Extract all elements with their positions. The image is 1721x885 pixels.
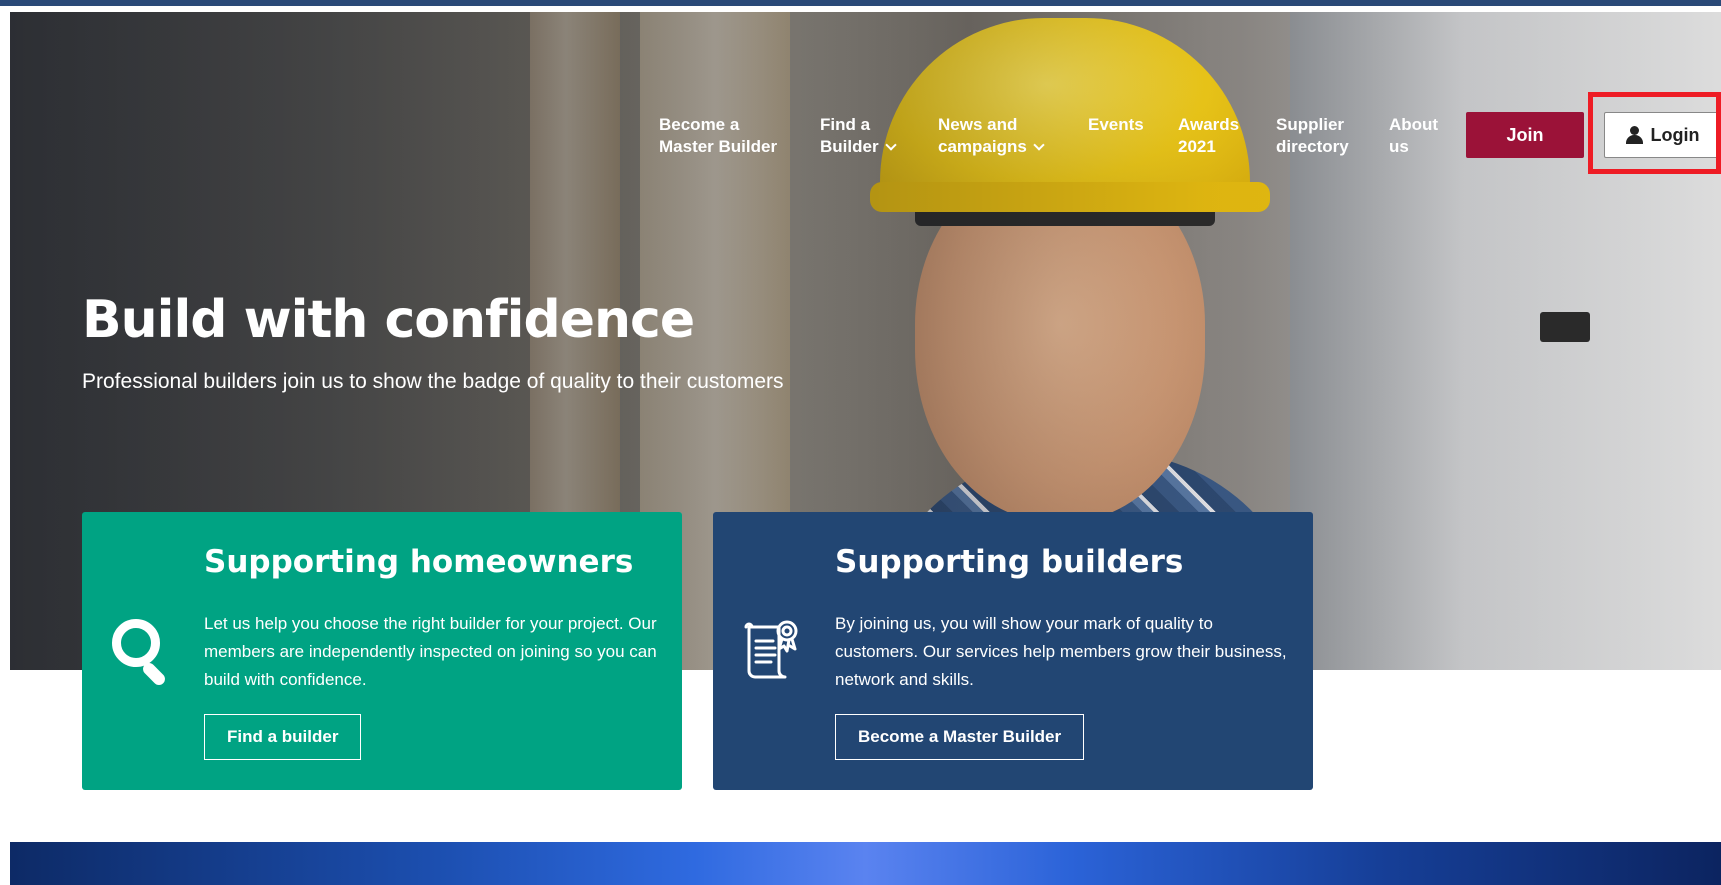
nav-label: Become a — [659, 115, 740, 134]
nav-label: Find a — [820, 115, 871, 134]
nav-events[interactable]: Events — [1088, 114, 1144, 136]
nav-find-a-builder[interactable]: Find a Builder — [820, 114, 897, 158]
nav-supplier-directory[interactable]: Supplier directory — [1276, 114, 1349, 158]
hero-subtitle: Professional builders join us to show th… — [82, 370, 784, 393]
nav-label: campaigns — [938, 137, 1027, 156]
login-label: Login — [1650, 124, 1700, 145]
become-a-master-builder-button[interactable]: Become a Master Builder — [835, 714, 1085, 760]
nav-news-and-campaigns[interactable]: News and campaigns — [938, 114, 1045, 158]
user-icon — [1625, 126, 1643, 144]
login-button[interactable]: Login — [1604, 112, 1720, 158]
main-nav: Become a Master Builder Find a Builder N… — [0, 114, 1721, 164]
hero-title: Build with confidence — [82, 290, 695, 350]
nav-label: us — [1389, 137, 1409, 156]
bottom-banner — [10, 842, 1721, 885]
nav-label: Builder — [820, 137, 879, 156]
nav-label: About — [1389, 115, 1439, 134]
card-text: Let us help you choose the right builder… — [204, 614, 657, 689]
page: Become a Master Builder Find a Builder N… — [0, 0, 1721, 885]
card-title: Supporting homeowners — [204, 544, 634, 580]
find-a-builder-button[interactable]: Find a builder — [204, 714, 362, 760]
nav-awards-2021[interactable]: Awards 2021 — [1178, 114, 1239, 158]
nav-label: Awards — [1178, 115, 1240, 134]
nav-label: News and — [938, 115, 1018, 134]
nav-label: Master Builder — [659, 137, 778, 156]
nav-about-us[interactable]: About us — [1389, 114, 1438, 158]
chevron-down-icon — [1033, 139, 1045, 151]
nav-become-master-builder[interactable]: Become a Master Builder — [659, 114, 777, 158]
search-icon — [112, 619, 176, 688]
top-strip — [0, 0, 1721, 6]
join-button[interactable]: Join — [1466, 112, 1584, 158]
card-text: By joining us, you will show your mark o… — [835, 614, 1287, 689]
card-title: Supporting builders — [835, 544, 1184, 580]
nav-label: Events — [1088, 115, 1144, 134]
card-supporting-homeowners: Supporting homeowners Let us help you ch… — [82, 512, 682, 790]
chevron-down-icon — [884, 139, 897, 151]
nav-label: directory — [1276, 137, 1349, 156]
card-supporting-builders: Supporting builders By joining us, you w… — [713, 512, 1313, 790]
nav-label: 2021 — [1178, 137, 1216, 156]
certificate-icon — [744, 620, 798, 679]
nav-label: Supplier — [1276, 115, 1345, 134]
